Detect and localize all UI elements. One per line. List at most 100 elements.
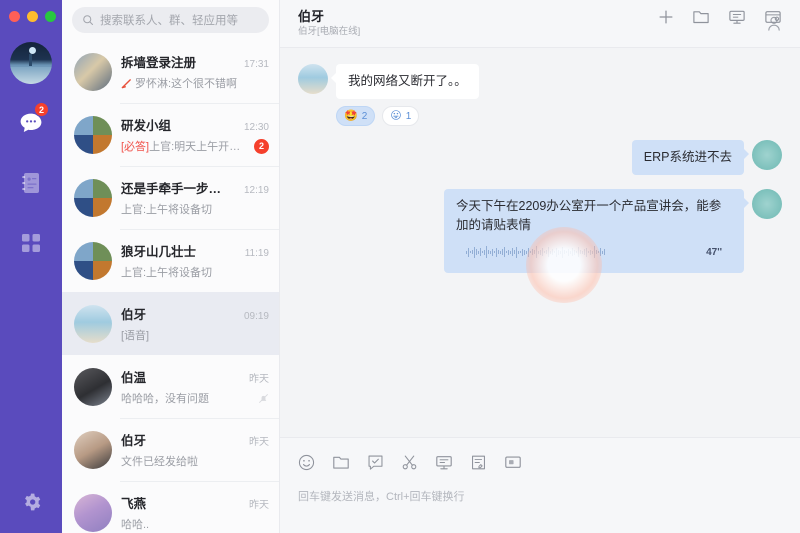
settings-button[interactable] [12,485,50,519]
chat-item-top: 还是手牵手一步… 12:19 [121,178,269,197]
waveform-bar [556,247,557,257]
whiteboard-icon[interactable] [728,9,746,25]
chat-item-preview-text: 上官:上午将设备切 [121,267,213,279]
waveform-bar [596,250,597,254]
reaction-count: 2 [361,110,368,122]
waveform-bar [560,250,561,254]
waveform-bar [532,249,533,255]
user-avatar[interactable] [10,42,52,84]
sidebar-item-contacts[interactable] [12,166,50,200]
file-folder-icon[interactable] [332,454,350,471]
message-avatar[interactable] [752,189,782,219]
zoom-button[interactable] [45,10,56,22]
chat-avatar[interactable] [74,178,112,217]
chat-item-bottom: 哈哈哈，没有问题 [121,390,269,406]
composer-toolbar [298,450,782,474]
message-bubble[interactable]: ERP系统进不去 [631,140,750,175]
chat-avatar[interactable] [74,493,112,532]
waveform-bar [482,251,483,253]
chat-list-item[interactable]: 拆墙登录注册 17:31 罗怀淋:这个很不错啊 [62,40,279,103]
minimize-button[interactable] [27,10,38,22]
chat-avatar[interactable] [74,52,112,91]
chat-list-item[interactable]: 伯牙 昨天文件已经发给啦 [62,418,279,481]
chat-item-body: 狼牙山几壮士 11:19 上官:上午将设备切 [121,241,269,280]
waveform-bar [480,248,481,256]
waveform-bar [518,250,519,254]
chat-avatar[interactable] [74,241,112,280]
sidebar-item-apps[interactable] [12,226,50,260]
chat-avatar[interactable] [74,115,112,154]
gear-icon [25,493,41,511]
message-avatar[interactable] [752,140,782,170]
voice-duration: 47'' [706,246,722,258]
window-card-icon[interactable] [764,9,782,25]
chat-item-time: 11:19 [244,248,269,259]
chat-item-name: 伯温 [121,371,147,385]
chat-avatar[interactable] [74,430,112,469]
mute-bell-icon [258,393,269,404]
sidebar-item-chat[interactable]: 2 [12,102,50,140]
voice-message[interactable]: 47'' [456,239,732,265]
waveform-bar [562,246,563,258]
reaction-bar: 🤩 2 😛 1 [336,106,479,126]
approval-check-icon[interactable] [367,454,384,471]
conversation-subtitle: 伯牙[电脑在线] [298,26,361,37]
apps-grid-icon [22,234,40,252]
folder-icon[interactable] [692,9,710,25]
chat-avatar[interactable] [74,367,112,406]
chat-item-top: 飞燕 昨天 [121,493,269,512]
chat-list[interactable]: 拆墙登录注册 17:31 罗怀淋:这个很不错啊 研发小组 12:30 [必答]上官:明天上… [62,40,279,533]
waveform-bar [594,246,595,258]
composer: 回车键发送消息，Ctrl+回车键换行 [280,437,800,533]
avatar-tile [93,260,112,280]
message-bubble[interactable]: 我的网络又断开了。。 [331,64,479,99]
plus-icon[interactable] [658,9,674,25]
reaction-emoji-icon: 😛 [390,109,402,122]
waveform-bar [586,247,587,257]
avatar-land [10,67,52,84]
chat-item-top: 研发小组 12:30 [121,115,269,134]
chat-avatar[interactable] [74,304,112,343]
emoji-icon[interactable] [298,454,315,471]
message-avatar[interactable] [298,64,328,94]
waveform-bar [520,251,521,253]
chat-list-item[interactable]: 还是手牵手一步… 12:19 上官:上午将设备切 [62,166,279,229]
close-button[interactable] [9,10,20,22]
chat-item-preview: [语音] [121,327,269,343]
chat-list-item[interactable]: 研发小组 12:30 [必答]上官:明天上午开大例会 2 [62,103,279,166]
waveform-bar [498,250,499,254]
form-memo-icon[interactable] [470,454,487,471]
left-nav-rail: 2 [0,0,62,533]
waveform-bar [486,246,487,258]
avatar-tile [74,134,93,154]
chat-list-item[interactable]: 飞燕 昨天哈哈.. [62,481,279,533]
chat-item-preview: 文件已经发给啦 [121,453,269,469]
chat-list-item[interactable]: 狼牙山几壮士 11:19 上官:上午将设备切 [62,229,279,292]
waveform-bar [576,251,577,253]
chat-item-top: 伯牙 昨天 [121,430,269,449]
waveform-bar [540,249,541,255]
scissors-screenshot-icon[interactable] [401,454,418,471]
waveform-bar [492,248,493,256]
whiteboard-icon[interactable] [435,454,453,471]
reaction-pill[interactable]: 🤩 2 [336,106,376,126]
message-bubble[interactable]: 今天下午在2209办公室开一个产品宣讲会，能参加的请贴表情 47'' [444,189,749,303]
reaction-pill[interactable]: 😛 1 [382,106,420,126]
chat-item-preview-text: 哈哈.. [121,519,150,531]
chat-item-tag: [必答] [121,141,150,153]
chat-list-item[interactable]: 伯牙 09:19 [语音] [62,292,279,355]
waveform-bar [590,249,591,255]
message-column: 我的网络又断开了。。 🤩 2 😛 1 [331,64,479,126]
app-window: 2 搜索联系人、群、轻应用等 拆墙登录注册 17:31 罗怀淋:这个很不错啊 研… [0,0,800,533]
chat-list-item[interactable]: 伯温 昨天哈哈哈，没有问题 [62,355,279,418]
waveform-bar [522,248,523,256]
chat-item-preview-text: 文件已经发给啦 [121,456,198,468]
screen-share-icon[interactable] [504,454,522,471]
waveform-bar [504,247,505,257]
chat-list-column: 搜索联系人、群、轻应用等 拆墙登录注册 17:31 罗怀淋:这个很不错啊研发小组 12… [62,0,280,533]
chat-item-preview-text: 哈哈哈，没有问题 [121,393,209,405]
chat-item-time: 昨天 [249,374,269,385]
search-input[interactable]: 搜索联系人、群、轻应用等 [72,7,269,33]
unread-badge: 2 [254,138,269,154]
waveform-bar [510,250,511,254]
